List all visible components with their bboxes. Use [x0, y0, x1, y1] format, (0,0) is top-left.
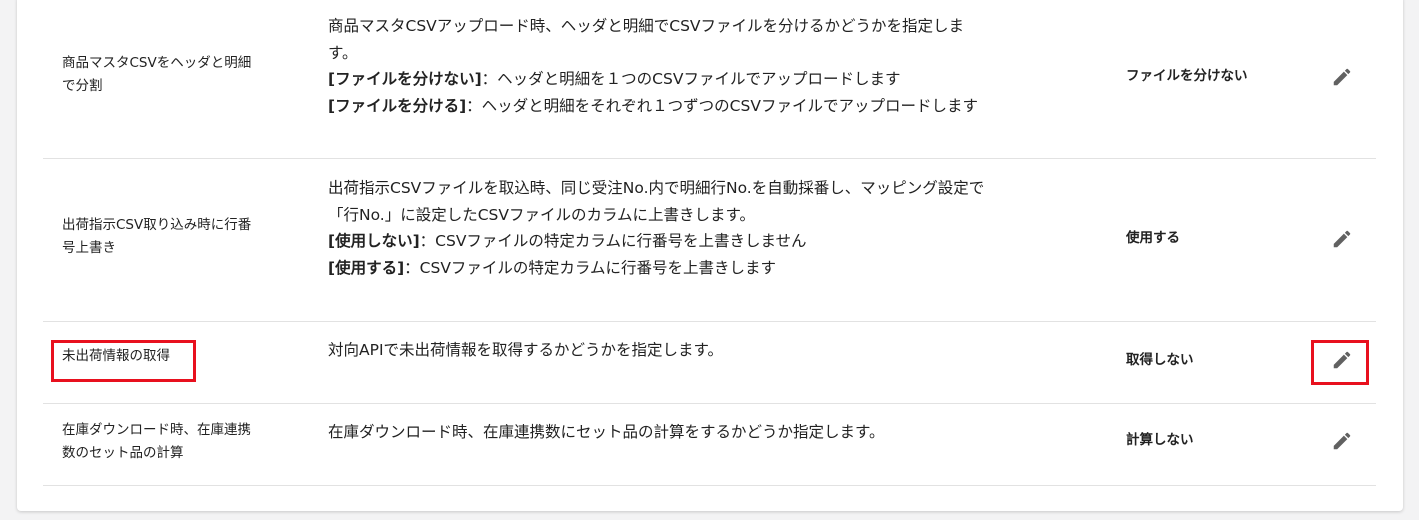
- setting-name-line: で分割: [62, 78, 103, 94]
- pencil-icon: [1333, 432, 1351, 450]
- setting-value: 使用する: [1126, 230, 1180, 246]
- setting-description: 在庫ダウンロード時、在庫連携数にセット品の計算をするかどうか指定します。: [328, 419, 1108, 446]
- highlight-box-setting-name: [51, 340, 196, 382]
- setting-value: 計算しない: [1126, 432, 1194, 448]
- option-label: [使用しない]: [328, 232, 420, 250]
- edit-button[interactable]: [1329, 428, 1355, 454]
- setting-name-line: 在庫ダウンロード時、在庫連携: [62, 422, 251, 438]
- description-text: ：ヘッダと明細をそれぞれ１つずつのCSVファイルでアップロードします: [466, 96, 978, 115]
- highlight-box-edit-button: [1311, 340, 1369, 385]
- description-line: [使用する]：CSVファイルの特定カラムに行番号を上書きします: [328, 255, 1108, 282]
- description-line: 商品マスタCSVアップロード時、ヘッダと明細でCSVファイルを分けるかどうかを指…: [328, 13, 1108, 40]
- edit-button[interactable]: [1329, 64, 1355, 90]
- setting-row-line-number-overwrite: 出荷指示CSV取り込み時に行番 号上書き 出荷指示CSVファイルを取込時、同じ受…: [43, 159, 1376, 322]
- pencil-icon: [1333, 68, 1351, 86]
- setting-name-line: 商品マスタCSVをヘッダと明細: [62, 55, 252, 71]
- setting-description: 対向APIで未出荷情報を取得するかどうかを指定します。: [328, 337, 1108, 364]
- description-text: ：CSVファイルの特定カラムに行番号を上書きします: [404, 258, 776, 277]
- description-text: す。: [328, 43, 358, 62]
- description-line: 「行No.」に設定したCSVファイルのカラムに上書きします。: [328, 202, 1108, 229]
- description-text: 商品マスタCSVアップロード時、ヘッダと明細でCSVファイルを分けるかどうかを指…: [328, 17, 965, 35]
- settings-card: 商品マスタCSVをヘッダと明細 で分割 商品マスタCSVアップロード時、ヘッダと…: [17, 0, 1403, 511]
- setting-value: ファイルを分けない: [1126, 68, 1248, 84]
- setting-name-line: 出荷指示CSV取り込み時に行番: [62, 217, 252, 233]
- edit-button[interactable]: [1329, 226, 1355, 252]
- option-label: [使用する]: [328, 258, 405, 277]
- description-text: ：ヘッダと明細を１つのCSVファイルでアップロードします: [481, 70, 901, 88]
- setting-name-line: 数のセット品の計算: [62, 445, 184, 461]
- setting-description: 出荷指示CSVファイルを取込時、同じ受注No.内で明細行No.を自動採番し、マッ…: [328, 175, 1108, 281]
- description-line: [ファイルを分けない]：ヘッダと明細を１つのCSVファイルでアップロードします: [328, 66, 1108, 93]
- description-text: 在庫ダウンロード時、在庫連携数にセット品の計算をするかどうか指定します。: [328, 423, 885, 441]
- setting-name: 出荷指示CSV取り込み時に行番 号上書き: [62, 214, 302, 260]
- description-line: す。: [328, 40, 1108, 67]
- description-text: 「行No.」に設定したCSVファイルのカラムに上書きします。: [328, 205, 755, 224]
- description-line: 出荷指示CSVファイルを取込時、同じ受注No.内で明細行No.を自動採番し、マッ…: [328, 175, 1108, 202]
- description-line: [ファイルを分ける]：ヘッダと明細をそれぞれ１つずつのCSVファイルでアップロー…: [328, 93, 1108, 120]
- pencil-icon: [1333, 230, 1351, 248]
- setting-name: 商品マスタCSVをヘッダと明細 で分割: [62, 52, 302, 98]
- description-text: 出荷指示CSVファイルを取込時、同じ受注No.内で明細行No.を自動採番し、マッ…: [328, 179, 985, 197]
- description-line: 対向APIで未出荷情報を取得するかどうかを指定します。: [328, 337, 1108, 364]
- setting-row-set-product-calc: 在庫ダウンロード時、在庫連携 数のセット品の計算 在庫ダウンロード時、在庫連携数…: [43, 404, 1376, 486]
- setting-row-unshipped-info: 未出荷情報の取得 対向APIで未出荷情報を取得するかどうかを指定します。 取得し…: [43, 322, 1376, 404]
- setting-name-line: 号上書き: [62, 240, 116, 256]
- description-line: 在庫ダウンロード時、在庫連携数にセット品の計算をするかどうか指定します。: [328, 419, 1108, 446]
- setting-name: 在庫ダウンロード時、在庫連携 数のセット品の計算: [62, 419, 302, 465]
- description-line: [使用しない]：CSVファイルの特定カラムに行番号を上書きしません: [328, 228, 1108, 255]
- option-label: [ファイルを分ける]: [328, 96, 467, 115]
- description-text: ：CSVファイルの特定カラムに行番号を上書きしません: [419, 232, 807, 250]
- option-label: [ファイルを分けない]: [328, 70, 482, 88]
- setting-value: 取得しない: [1126, 352, 1194, 368]
- description-text: 対向APIで未出荷情報を取得するかどうかを指定します。: [328, 341, 723, 359]
- setting-description: 商品マスタCSVアップロード時、ヘッダと明細でCSVファイルを分けるかどうかを指…: [328, 13, 1108, 119]
- setting-row-header-detail-split: 商品マスタCSVをヘッダと明細 で分割 商品マスタCSVアップロード時、ヘッダと…: [43, 0, 1376, 159]
